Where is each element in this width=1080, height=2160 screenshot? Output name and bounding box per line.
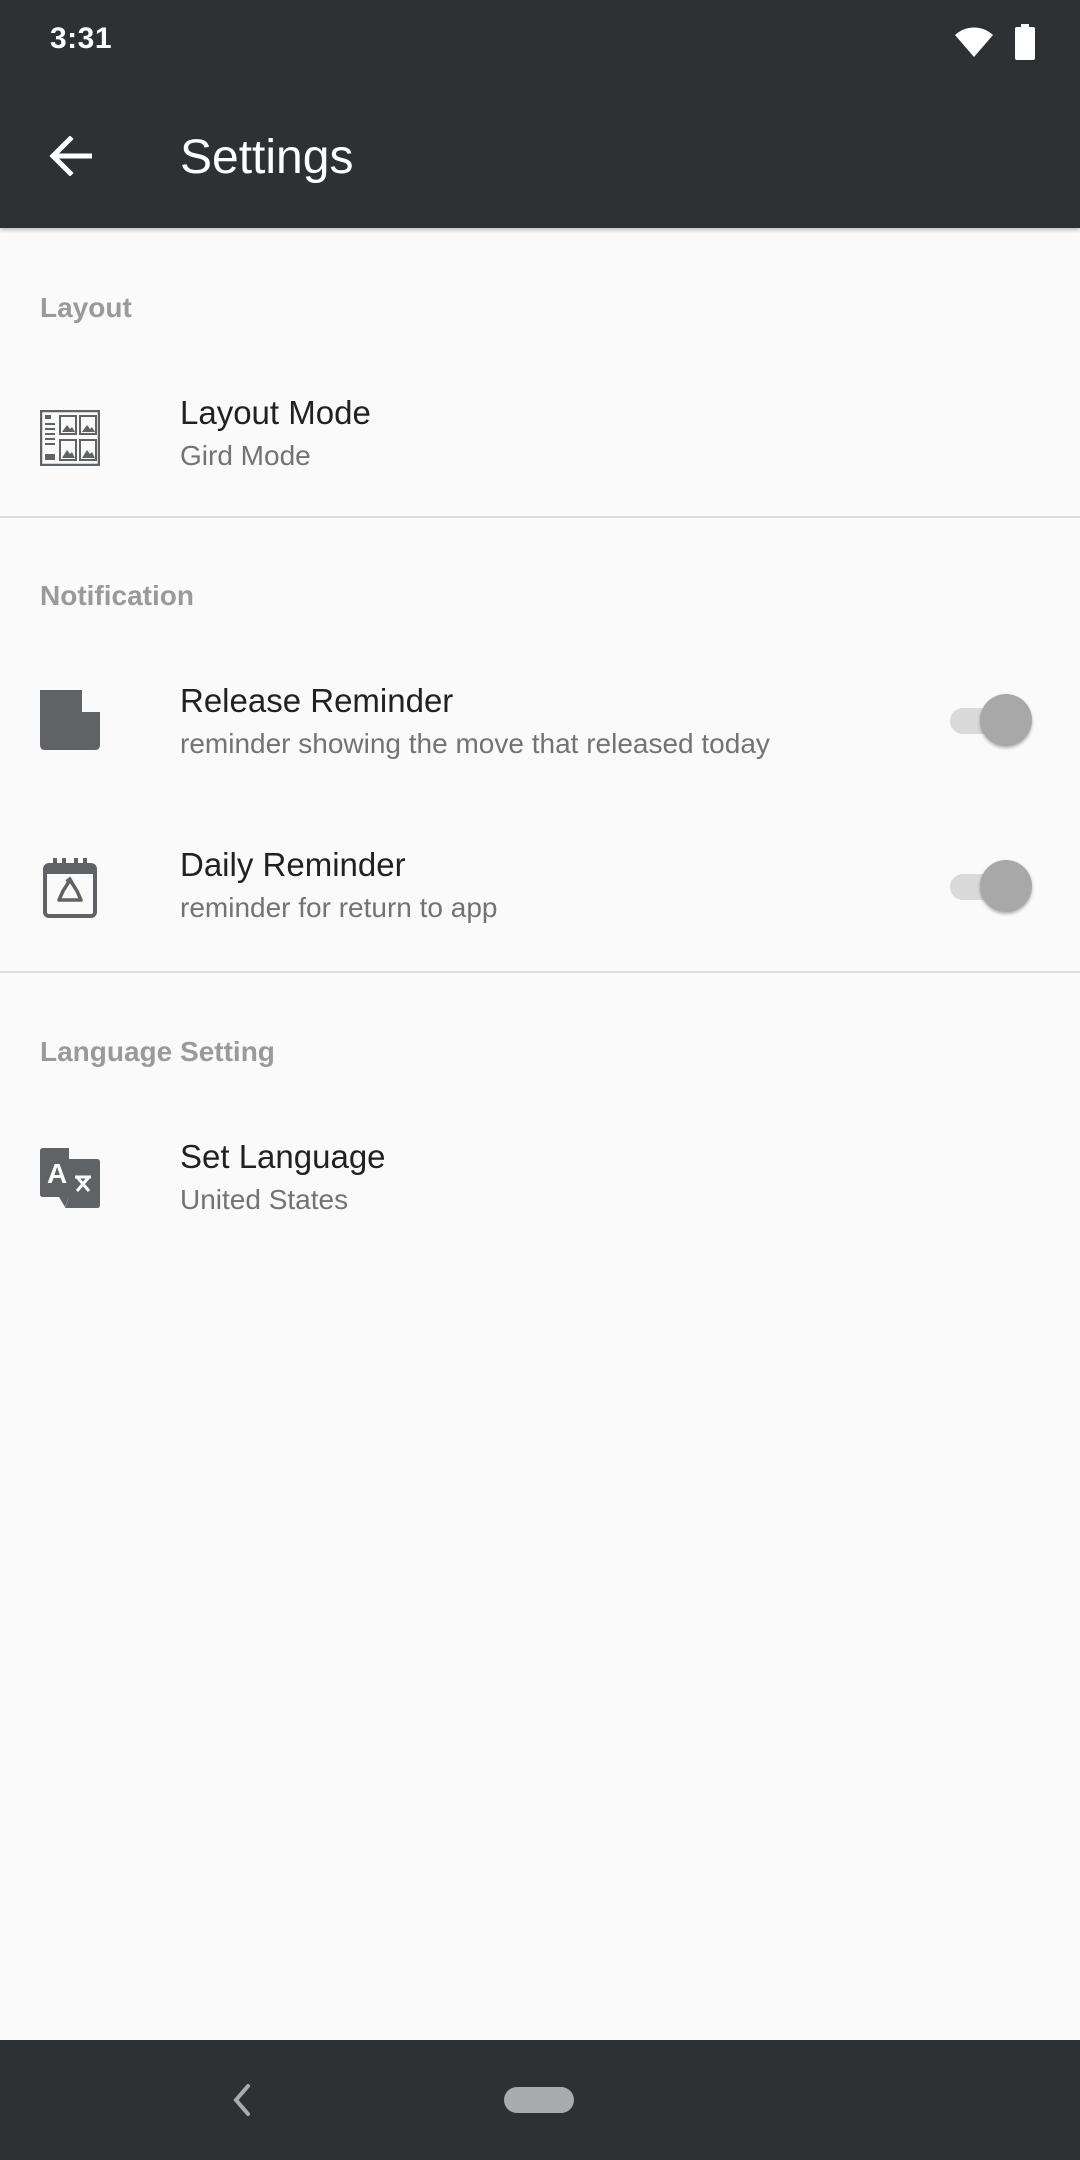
translate-icon: A — [38, 1146, 102, 1210]
pref-title: Set Language — [180, 1138, 386, 1175]
arrow-back-icon — [48, 134, 93, 181]
pref-summary: United States — [180, 1184, 349, 1215]
pref-title: Daily Reminder — [180, 846, 406, 883]
pref-release-reminder[interactable]: Release Reminder reminder showing the mo… — [0, 658, 1080, 820]
section-header-notification: Notification — [40, 580, 194, 611]
app-toolbar: Settings — [0, 84, 1080, 228]
nav-home-pill[interactable] — [504, 2087, 574, 2113]
settings-screen: 3:31 Settings Layout Layout Mode Gird Mo… — [0, 0, 1080, 2160]
back-button[interactable] — [38, 126, 102, 190]
battery-icon — [1014, 24, 1036, 65]
pref-summary: Gird Mode — [180, 440, 311, 471]
release-reminder-switch[interactable] — [948, 690, 1032, 750]
status-icons — [954, 24, 1036, 65]
nav-back-icon[interactable] — [222, 2078, 262, 2122]
daily-reminder-switch[interactable] — [948, 856, 1032, 916]
section-header-layout: Layout — [40, 292, 132, 323]
pref-title: Release Reminder — [180, 682, 454, 719]
section-divider — [0, 971, 1080, 973]
pref-daily-reminder[interactable]: Daily Reminder reminder for return to ap… — [0, 826, 1080, 970]
pref-summary: reminder for return to app — [180, 892, 498, 923]
grid-layout-icon — [38, 406, 102, 470]
switch-thumb — [980, 694, 1032, 746]
wifi-icon — [954, 26, 994, 63]
pref-layout-mode[interactable]: Layout Mode Gird Mode — [0, 370, 1080, 516]
switch-thumb — [980, 860, 1032, 912]
section-divider — [0, 516, 1080, 518]
page-title: Settings — [180, 131, 354, 184]
system-nav-bar — [0, 2040, 1080, 2160]
status-bar: 3:31 — [0, 0, 1080, 84]
section-header-language: Language Setting — [40, 1036, 275, 1067]
pref-title: Layout Mode — [180, 394, 371, 431]
status-time: 3:31 — [50, 22, 113, 55]
svg-text:A: A — [47, 1158, 67, 1189]
note-icon — [38, 688, 102, 752]
pref-summary: reminder showing the move that released … — [180, 728, 770, 759]
pref-set-language[interactable]: A Set Language United States — [0, 1114, 1080, 1260]
calendar-recycle-icon — [38, 856, 102, 920]
